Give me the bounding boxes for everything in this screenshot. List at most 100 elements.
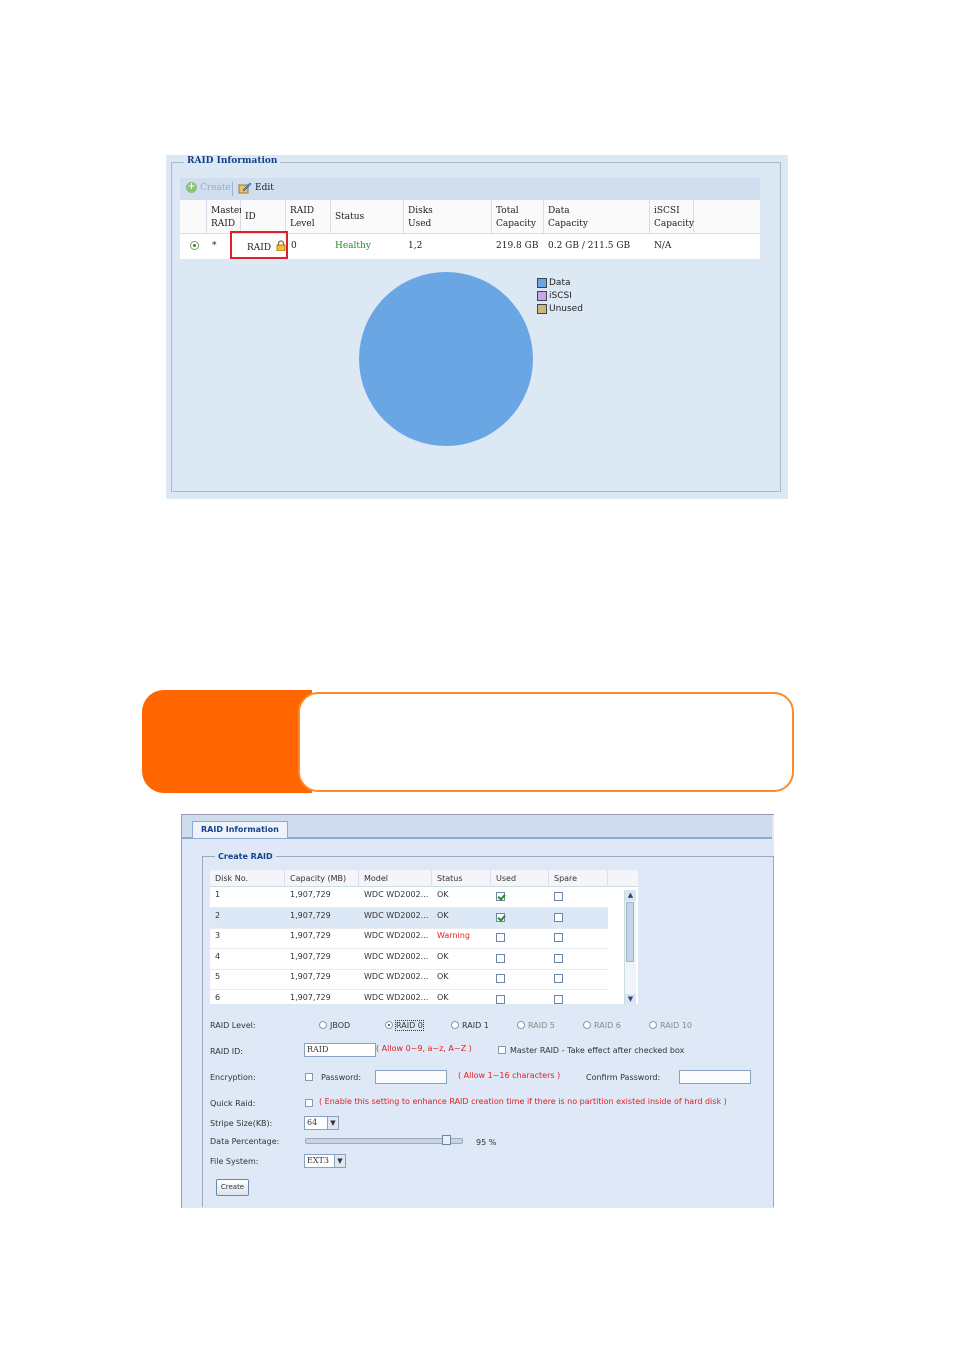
create-raid-title: Create RAID: [215, 852, 276, 861]
edit-button[interactable]: Edit: [238, 182, 274, 194]
header-master-raid[interactable]: Master RAID: [207, 200, 243, 234]
scroll-up-icon[interactable]: ▲: [625, 890, 636, 901]
header-used[interactable]: Used: [491, 870, 549, 887]
row-select-radio[interactable]: [190, 241, 199, 250]
raid-level-label-raid6: RAID 6: [594, 1021, 621, 1030]
raid-level-radio-raid6[interactable]: [583, 1021, 591, 1029]
cell-status: OK: [437, 951, 449, 961]
used-checkbox[interactable]: [496, 892, 505, 901]
header-status[interactable]: Status: [432, 870, 491, 887]
table-row[interactable]: 1 1,907,729 WDC WD2002... OK: [210, 887, 608, 908]
header-model[interactable]: Model: [359, 870, 432, 887]
raid-information-panel: RAID Information + Create Edit Master RAI…: [166, 155, 788, 499]
used-checkbox[interactable]: [496, 912, 505, 922]
header-status[interactable]: Status: [331, 200, 404, 234]
cell-disk-no: 3: [215, 931, 221, 940]
used-checkbox[interactable]: [496, 933, 505, 942]
spare-checkbox[interactable]: [554, 912, 563, 922]
password-input[interactable]: [375, 1070, 447, 1084]
create-button[interactable]: + Create: [186, 182, 231, 193]
plus-icon: +: [186, 182, 197, 193]
master-raid-label: Master RAID - Take effect after checked …: [510, 1046, 685, 1055]
used-checkbox[interactable]: [496, 974, 505, 983]
spare-checkbox[interactable]: [554, 994, 563, 1004]
cell-model: WDC WD2002...: [364, 890, 429, 899]
cell-disk-no: 6: [215, 992, 221, 1002]
cell-capacity: 1,907,729: [290, 992, 331, 1002]
raid-level-label-raid5: RAID 5: [528, 1021, 555, 1030]
header-iscsi-capacity[interactable]: iSCSI Capacity: [650, 200, 694, 234]
data-percentage-label: Data Percentage:: [210, 1137, 280, 1146]
raid-id-input[interactable]: RAID: [304, 1043, 376, 1057]
raid-level-radio-raid0[interactable]: [385, 1021, 393, 1029]
master-raid-checkbox[interactable]: [498, 1046, 506, 1054]
header-raid-level[interactable]: RAID Level: [286, 200, 331, 234]
cell-disk-no: 5: [215, 972, 221, 981]
data-percentage-value: 95 %: [476, 1138, 497, 1147]
scroll-down-icon[interactable]: ▼: [625, 994, 636, 1005]
header-data-capacity[interactable]: Data Capacity: [544, 200, 650, 234]
chart-legend: Data iSCSI Unused: [537, 276, 583, 315]
tab-raid-information[interactable]: RAID Information: [192, 821, 288, 838]
cell-model: WDC WD2002...: [364, 951, 429, 961]
encryption-checkbox[interactable]: [305, 1073, 313, 1081]
raid-level-radio-raid10[interactable]: [649, 1021, 657, 1029]
spare-checkbox[interactable]: [554, 933, 563, 942]
spare-checkbox[interactable]: [554, 974, 563, 983]
raid-level-label-raid10: RAID 10: [660, 1021, 692, 1030]
cell-status: Healthy: [335, 241, 371, 251]
cell-model: WDC WD2002...: [364, 992, 429, 1002]
legend-item-iscsi: iSCSI: [537, 289, 583, 302]
toolbar-separator: [232, 182, 233, 196]
legend-swatch: [537, 290, 547, 301]
edit-icon: [238, 182, 252, 194]
raid-id-hint: ( Allow 0~9, a~z, A~Z ): [376, 1044, 472, 1053]
cell-disks-used: 1,2: [408, 241, 423, 251]
raid-id-label: RAID ID:: [210, 1047, 243, 1056]
section-box: [298, 692, 794, 792]
cell-raid-level: 0: [291, 241, 297, 251]
create-raid-button[interactable]: Create: [216, 1179, 249, 1196]
quick-raid-checkbox[interactable]: [305, 1099, 313, 1107]
used-checkbox[interactable]: [496, 994, 505, 1004]
used-checkbox[interactable]: [496, 953, 505, 963]
cell-disk-no: 2: [215, 910, 221, 920]
raid-level-label-raid0: RAID 0: [395, 1020, 424, 1031]
create-raid-panel: RAID Information Create RAID Disk No. Ca…: [181, 814, 774, 1208]
raid-level-radio-raid5[interactable]: [517, 1021, 525, 1029]
stripe-size-label: Stripe Size(KB):: [210, 1119, 273, 1128]
table-row[interactable]: 3 1,907,729 WDC WD2002... Warning: [210, 928, 608, 949]
file-system-select[interactable]: EXT3 ▼: [304, 1154, 346, 1168]
scroll-thumb[interactable]: [626, 902, 634, 962]
panel-title: RAID Information: [184, 156, 281, 166]
header-capacity[interactable]: Capacity (MB): [285, 870, 359, 887]
header-disk-no[interactable]: Disk No.: [210, 870, 285, 887]
header-disks-used[interactable]: Disks Used: [404, 200, 492, 234]
disk-grid-scrollbar[interactable]: ▲ ▼: [624, 890, 636, 1005]
header-spare[interactable]: Spare: [549, 870, 608, 887]
encryption-label: Encryption:: [210, 1073, 256, 1082]
chevron-down-icon: ▼: [334, 1155, 345, 1167]
raid-level-radio-raid1[interactable]: [451, 1021, 459, 1029]
raid-level-radio-jbod[interactable]: [319, 1021, 327, 1029]
spare-checkbox[interactable]: [554, 892, 563, 901]
table-row[interactable]: 2 1,907,729 WDC WD2002... OK: [210, 907, 608, 929]
cell-status: OK: [437, 910, 449, 920]
capacity-pie-chart: [359, 272, 533, 446]
header-id[interactable]: ID: [241, 200, 286, 234]
header-total-capacity[interactable]: Total Capacity: [492, 200, 544, 234]
slider-handle[interactable]: [441, 1135, 451, 1145]
table-row[interactable]: 4 1,907,729 WDC WD2002... OK: [210, 949, 608, 970]
confirm-password-input[interactable]: [679, 1070, 751, 1084]
pie-slice-data: [359, 272, 533, 446]
cell-status: OK: [437, 992, 449, 1002]
cell-status: OK: [437, 972, 449, 981]
stripe-size-select[interactable]: 64 ▼: [304, 1116, 339, 1130]
cell-disk-no: 4: [215, 951, 221, 961]
table-row[interactable]: 6 1,907,729 WDC WD2002... OK: [210, 990, 608, 1005]
data-percentage-slider[interactable]: [305, 1135, 463, 1145]
spare-checkbox[interactable]: [554, 953, 563, 963]
table-row[interactable]: 5 1,907,729 WDC WD2002... OK: [210, 969, 608, 990]
confirm-password-label: Confirm Password:: [586, 1073, 661, 1082]
cell-model: WDC WD2002...: [364, 972, 429, 981]
